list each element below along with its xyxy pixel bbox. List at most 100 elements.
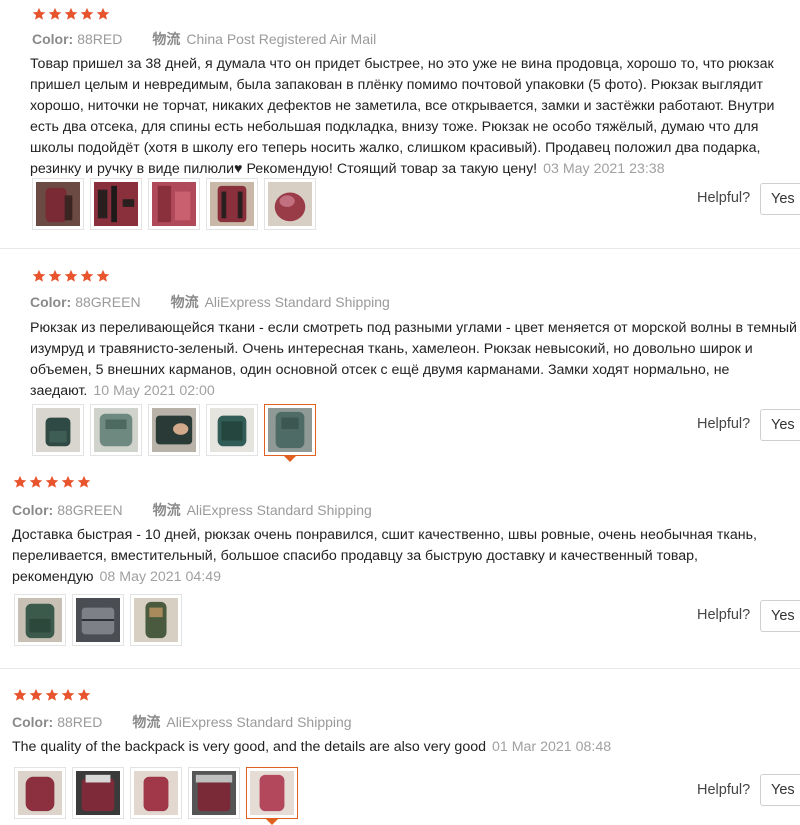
review-text: Рюкзак из переливающейся ткани - если см… <box>30 318 800 402</box>
burgundy-backpack-photo <box>18 771 62 815</box>
star-rating <box>32 269 110 283</box>
review-text: Товар пришел за 38 дней, я думала что он… <box>30 54 800 180</box>
star-icon <box>32 269 46 282</box>
star-rating <box>13 475 91 489</box>
star-icon <box>77 688 91 701</box>
green-backpack-photo <box>18 598 62 642</box>
star-icon <box>32 7 46 20</box>
photo-thumbnails <box>32 178 316 230</box>
burgundy-backpack-photo <box>134 771 178 815</box>
photo-thumbnail-selected[interactable] <box>264 404 316 462</box>
shipping-label: 物流 <box>132 714 161 730</box>
review-date: 10 May 2021 02:00 <box>93 383 215 399</box>
star-icon <box>61 475 75 488</box>
grey-backpack-photo <box>76 598 120 642</box>
green-backpack-photo <box>152 408 196 452</box>
color-label: Color: <box>32 31 74 47</box>
green-backpack-photo <box>268 408 312 452</box>
photo-thumbnail-selected[interactable] <box>246 767 298 825</box>
review-date: 01 Mar 2021 08:48 <box>492 739 612 755</box>
helpful-label: Helpful? <box>697 607 751 623</box>
burgundy-backpack-photo <box>210 182 254 226</box>
burgundy-backpack-photo <box>192 771 236 815</box>
color-label: Color: <box>30 294 72 310</box>
star-icon <box>80 269 94 282</box>
helpful-label: Helpful? <box>697 190 751 206</box>
photo-thumbnail[interactable] <box>90 178 142 230</box>
photo-thumbnail[interactable] <box>32 178 84 230</box>
shipping-method: China Post Registered Air Mail <box>186 31 377 47</box>
review-meta: Color: 88GREEN 物流 AliExpress Standard Sh… <box>12 500 372 520</box>
photo-thumbnail[interactable] <box>72 594 124 646</box>
photo-thumbnail[interactable] <box>206 178 258 230</box>
star-rating <box>32 7 110 21</box>
color-label: Color: <box>12 502 54 518</box>
burgundy-backpack-photo <box>250 771 294 815</box>
star-icon <box>64 269 78 282</box>
helpful-label: Helpful? <box>697 782 751 798</box>
shipping-method: AliExpress Standard Shipping <box>204 294 390 310</box>
burgundy-backpack-photo <box>94 182 138 226</box>
star-icon <box>45 688 59 701</box>
helpful-yes-button[interactable]: Yes <box>760 774 800 806</box>
burgundy-backpack-photo <box>36 182 80 226</box>
color-value: 88GREEN <box>75 294 141 310</box>
helpful-yes-button[interactable]: Yes <box>760 183 800 215</box>
review-date: 03 May 2021 23:38 <box>543 161 665 177</box>
helpful-label: Helpful? <box>697 416 751 432</box>
review-meta: Color: 88RED 物流 AliExpress Standard Ship… <box>12 712 352 732</box>
review-meta: Color: 88RED 物流 China Post Registered Ai… <box>32 29 376 49</box>
shipping-label: 物流 <box>152 502 181 518</box>
shipping-label: 物流 <box>152 31 181 47</box>
photo-thumbnail[interactable] <box>130 594 182 646</box>
review-date: 08 May 2021 04:49 <box>99 569 222 585</box>
review-text: Доставка быстрая - 10 дней, рюкзак очень… <box>12 525 800 588</box>
photo-thumbnail[interactable] <box>90 404 142 456</box>
photo-thumbnail[interactable] <box>206 404 258 456</box>
helpful-yes-button[interactable]: Yes <box>760 409 800 441</box>
burgundy-backpack-photo <box>268 182 312 226</box>
photo-thumbnail[interactable] <box>264 178 316 230</box>
green-backpack-photo <box>36 408 80 452</box>
star-icon <box>96 269 110 282</box>
photo-thumbnail[interactable] <box>188 767 240 819</box>
star-icon <box>48 7 62 20</box>
color-value: 88RED <box>57 714 103 730</box>
review-divider <box>0 668 800 669</box>
photo-thumbnail[interactable] <box>14 767 66 819</box>
photo-thumbnail[interactable] <box>32 404 84 456</box>
photo-thumbnails <box>14 767 298 825</box>
photo-thumbnail[interactable] <box>72 767 124 819</box>
star-icon <box>45 475 59 488</box>
green-backpack-photo <box>134 598 178 642</box>
review-divider <box>0 248 800 249</box>
photo-thumbnail[interactable] <box>14 594 66 646</box>
star-icon <box>13 688 27 701</box>
review-body: The quality of the backpack is very good… <box>12 739 486 755</box>
star-rating <box>13 688 91 702</box>
photo-thumbnail[interactable] <box>148 404 200 456</box>
star-icon <box>29 688 43 701</box>
review-body: Товар пришел за 38 дней, я думала что он… <box>30 56 775 177</box>
helpful-yes-button[interactable]: Yes <box>760 600 800 632</box>
star-icon <box>64 7 78 20</box>
burgundy-backpack-photo <box>76 771 120 815</box>
photo-thumbnail[interactable] <box>148 178 200 230</box>
review-text: The quality of the backpack is very good… <box>12 737 800 758</box>
star-icon <box>96 7 110 20</box>
shipping-label: 物流 <box>170 294 199 310</box>
photo-thumbnail[interactable] <box>130 767 182 819</box>
star-icon <box>77 475 91 488</box>
star-icon <box>80 7 94 20</box>
review-meta: Color: 88GREEN 物流 AliExpress Standard Sh… <box>30 292 390 312</box>
star-icon <box>13 475 27 488</box>
shipping-method: AliExpress Standard Shipping <box>186 502 372 518</box>
burgundy-backpack-photo <box>152 182 196 226</box>
color-label: Color: <box>12 714 54 730</box>
color-value: 88RED <box>77 31 123 47</box>
green-backpack-photo <box>210 408 254 452</box>
photo-thumbnails <box>32 404 316 462</box>
shipping-method: AliExpress Standard Shipping <box>166 714 352 730</box>
color-value: 88GREEN <box>57 502 123 518</box>
star-icon <box>29 475 43 488</box>
